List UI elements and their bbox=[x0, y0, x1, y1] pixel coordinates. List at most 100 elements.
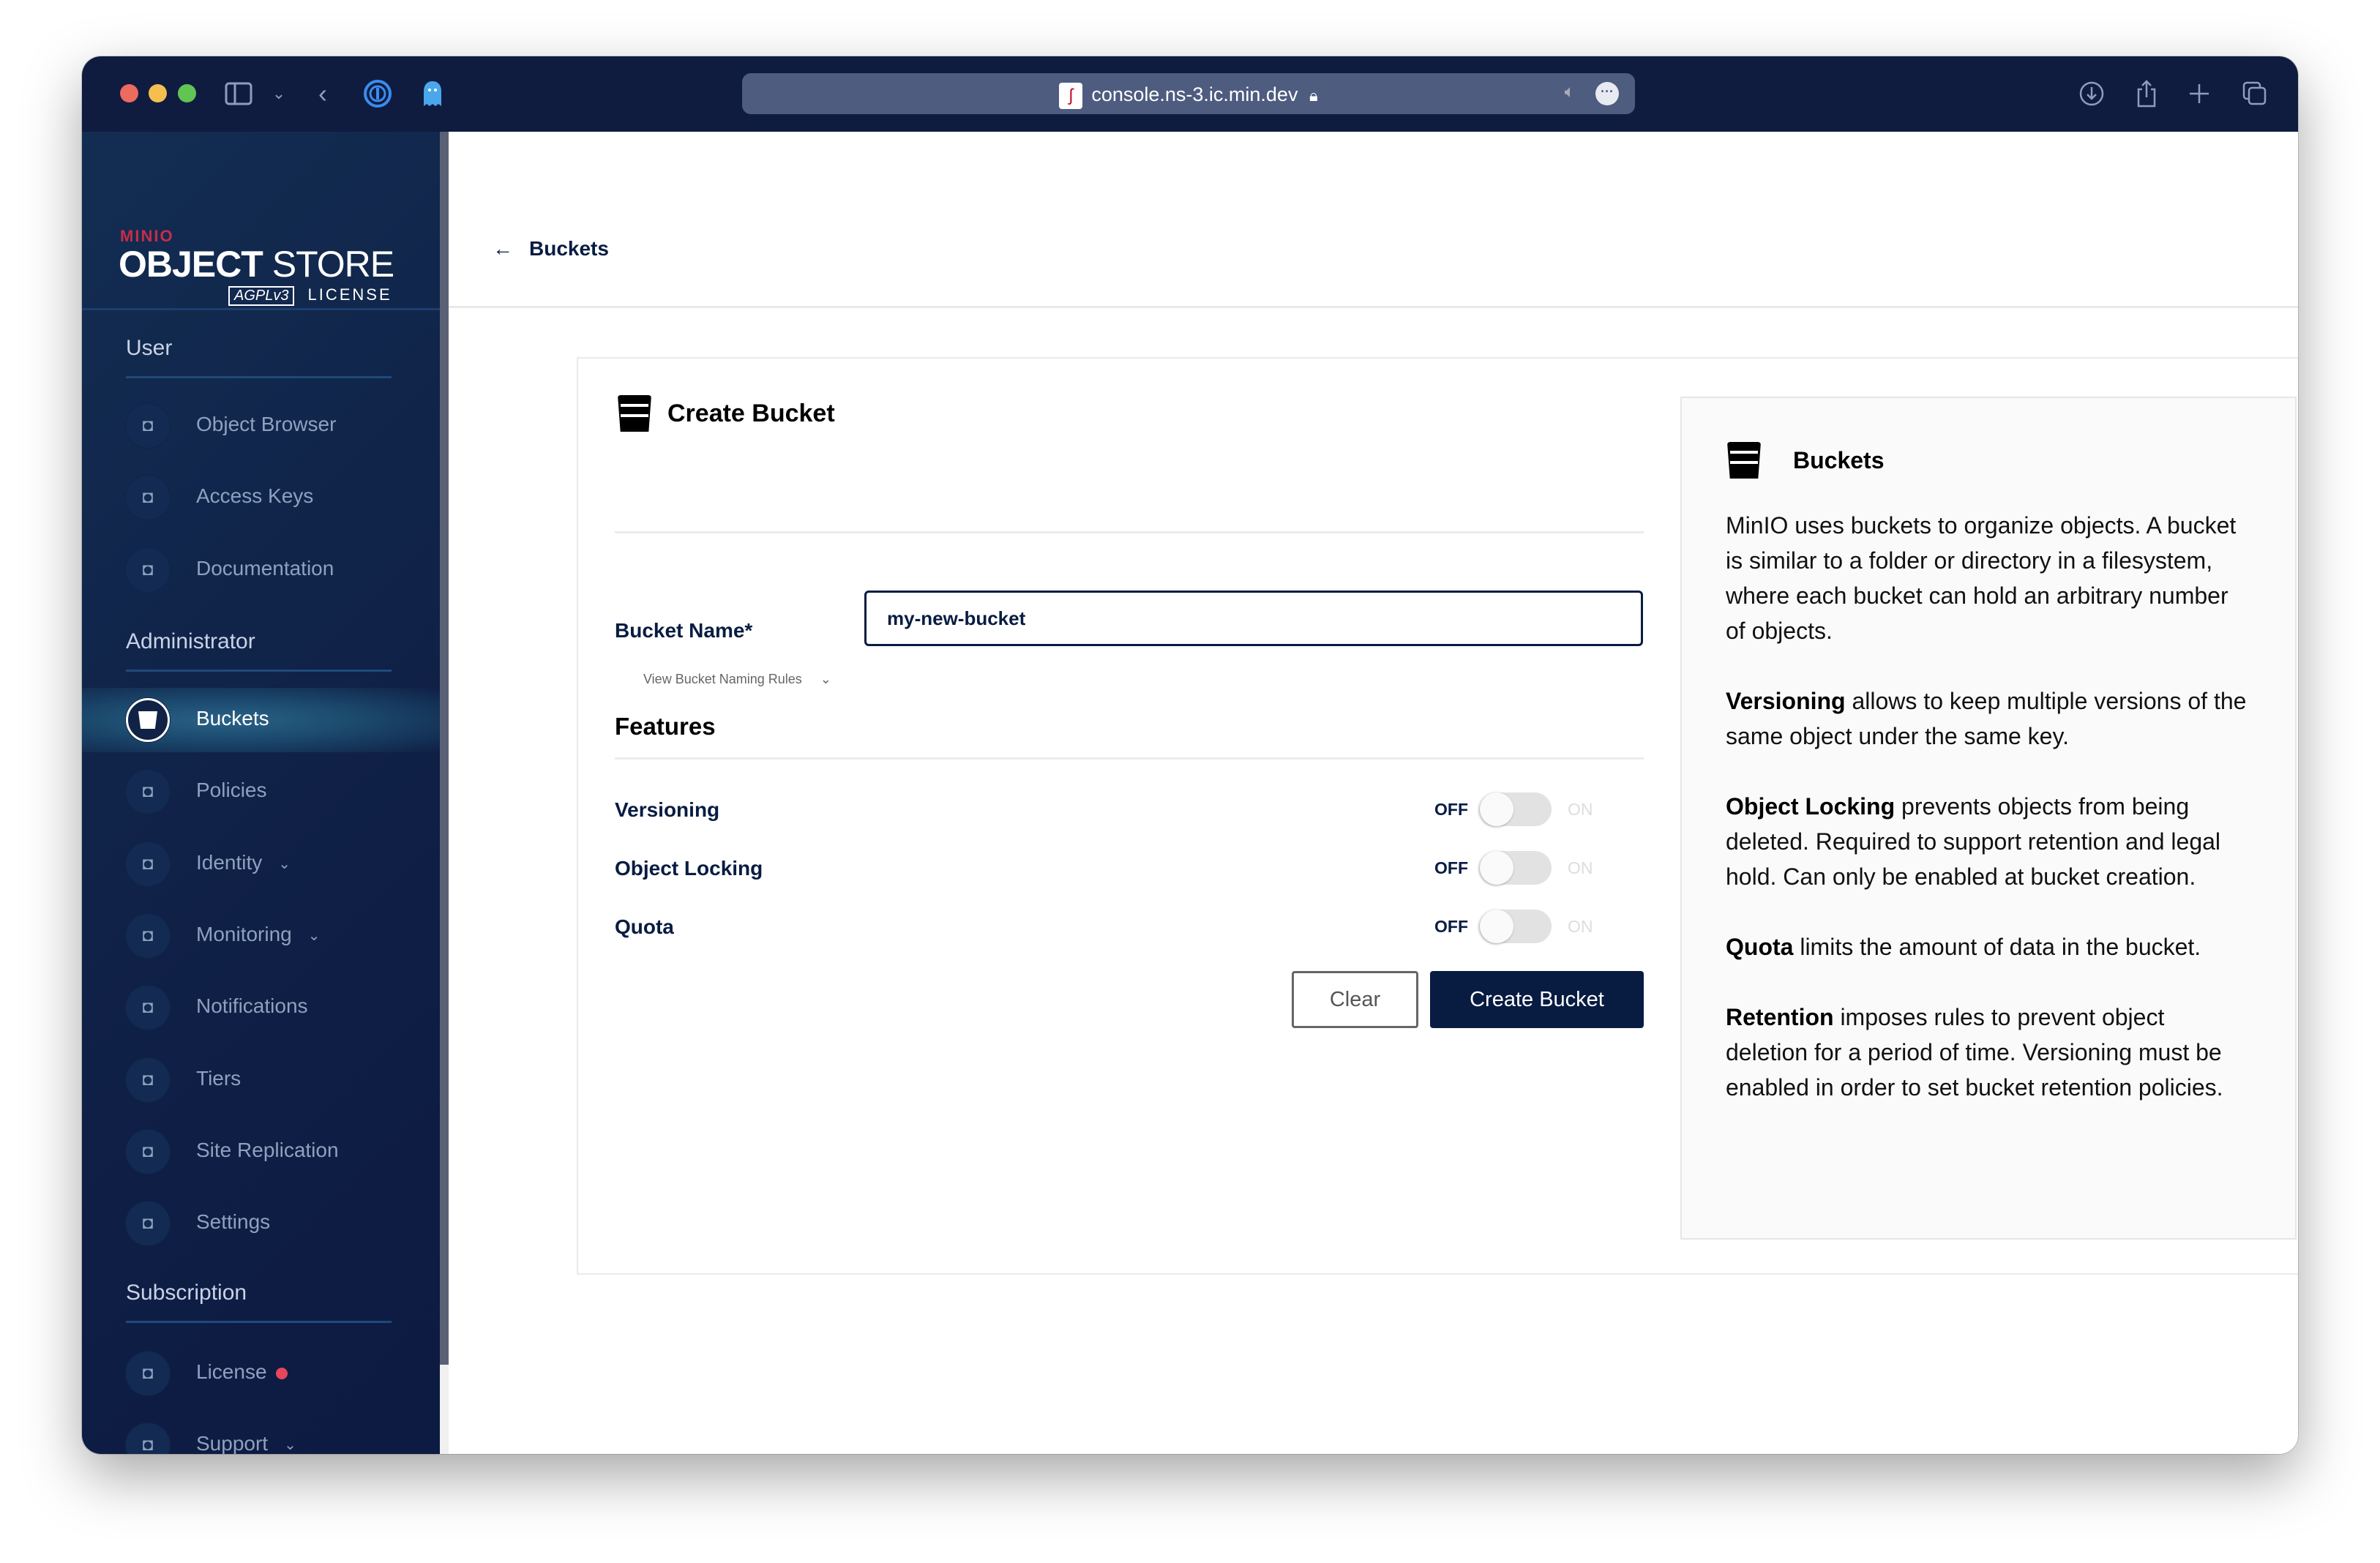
url-display: ʃ console.ns-3.ic.min.dev 🔒︎ bbox=[742, 83, 1635, 109]
toggle-on-label: ON bbox=[1568, 916, 1593, 936]
toggle-track[interactable] bbox=[1480, 910, 1552, 943]
tabs-overview-icon[interactable] bbox=[2238, 77, 2272, 110]
sidebar-item-notifications[interactable]: ◘ Notifications bbox=[82, 975, 440, 1040]
quota-toggle[interactable]: OFF ON bbox=[1434, 910, 1593, 943]
close-window-button[interactable] bbox=[120, 84, 138, 102]
tiers-icon: ◘ bbox=[126, 1057, 170, 1102]
toggle-track[interactable] bbox=[1480, 851, 1552, 885]
url-text: console.ns-3.ic.min.dev bbox=[1091, 83, 1298, 106]
minimize-window-button[interactable] bbox=[149, 84, 167, 102]
versioning-toggle[interactable]: OFF ON bbox=[1434, 792, 1593, 826]
onepassword-icon[interactable] bbox=[361, 77, 394, 110]
help-entry: Object Locking prevents objects from bei… bbox=[1726, 789, 2253, 894]
sidebar-item-license[interactable]: ◘ License bbox=[82, 1341, 440, 1406]
divider bbox=[126, 1321, 392, 1323]
sidebar-item-label: Settings bbox=[196, 1210, 270, 1234]
help-description: limits the amount of data in the bucket. bbox=[1793, 934, 2201, 960]
more-icon[interactable]: ··· bbox=[1595, 82, 1619, 105]
help-term: Versioning bbox=[1726, 688, 1846, 714]
chevron-down-icon[interactable]: ⌄ bbox=[262, 77, 296, 110]
divider bbox=[126, 376, 392, 378]
back-icon[interactable]: ‹ bbox=[306, 77, 340, 110]
divider bbox=[615, 757, 1644, 760]
settings-icon: ◘ bbox=[126, 1202, 170, 1246]
help-term: Object Locking bbox=[1726, 793, 1896, 820]
toggle-off-label: OFF bbox=[1434, 799, 1468, 819]
divider bbox=[615, 531, 1644, 533]
address-bar[interactable]: ʃ console.ns-3.ic.min.dev 🔒︎ 🔈︎ ··· bbox=[742, 73, 1635, 114]
label-text: License bbox=[196, 1360, 267, 1383]
bucket-name-input[interactable]: my-new-bucket bbox=[864, 591, 1643, 646]
sidebar-item-object-browser[interactable]: ◘ Object Browser bbox=[82, 394, 440, 458]
toggle-knob[interactable] bbox=[1480, 792, 1513, 826]
new-tab-icon[interactable] bbox=[2182, 77, 2216, 110]
clear-button[interactable]: Clear bbox=[1292, 971, 1418, 1028]
sidebar-section-administrator: Administrator bbox=[126, 629, 255, 653]
sidebar-scrollbar[interactable] bbox=[440, 132, 449, 1454]
label-text: Object Browser bbox=[196, 413, 337, 435]
label-text: Notifications bbox=[196, 994, 308, 1018]
label-text: Support bbox=[196, 1432, 269, 1454]
support-icon: ◘ bbox=[126, 1423, 170, 1454]
back-label: Buckets bbox=[529, 237, 609, 260]
label-text: Monitoring bbox=[196, 922, 292, 945]
sidebar-item-site-replication[interactable]: ◘ Site Replication bbox=[82, 1120, 440, 1184]
ghostery-icon[interactable] bbox=[416, 77, 449, 110]
sidebar-section-user: User bbox=[126, 336, 173, 360]
sidebar-item-access-keys[interactable]: ◘ Access Keys bbox=[82, 465, 440, 530]
sidebar-item-label: Support ⌄ bbox=[196, 1432, 296, 1454]
help-title: Buckets bbox=[1727, 442, 1885, 479]
help-term: Retention bbox=[1726, 1004, 1834, 1030]
sidebar-item-label: Object Browser bbox=[196, 413, 336, 436]
view-naming-rules-toggle[interactable]: View Bucket Naming Rules ⌄ bbox=[643, 672, 831, 687]
versioning-label: Versioning bbox=[615, 798, 720, 821]
chevron-down-icon[interactable]: ⌄ bbox=[284, 1436, 296, 1454]
sidebar-toggle-icon[interactable] bbox=[222, 77, 255, 110]
chevron-down-icon[interactable]: ⌄ bbox=[308, 926, 321, 945]
sidebar-item-buckets[interactable]: Buckets bbox=[82, 688, 440, 752]
chevron-down-icon[interactable]: ⌄ bbox=[278, 855, 291, 873]
create-bucket-card: Create Bucket Bucket Name* my-new-bucket… bbox=[577, 357, 2298, 1275]
sidebar: MINIO OBJECT STORE AGPLv3 LICENSE User ◘ … bbox=[82, 132, 440, 1454]
create-bucket-button[interactable]: Create Bucket bbox=[1430, 971, 1644, 1028]
toggle-track[interactable] bbox=[1480, 792, 1552, 826]
toggle-knob[interactable] bbox=[1480, 910, 1513, 943]
sidebar-item-label: Buckets bbox=[196, 707, 269, 730]
sidebar-item-tiers[interactable]: ◘ Tiers bbox=[82, 1048, 440, 1112]
toggle-off-label: OFF bbox=[1434, 916, 1468, 936]
speaker-icon[interactable]: 🔈︎ bbox=[1565, 82, 1575, 102]
share-icon[interactable] bbox=[2130, 77, 2163, 110]
sidebar-item-label: License bbox=[196, 1360, 288, 1384]
bucket-icon bbox=[618, 395, 651, 432]
sidebar-item-monitoring[interactable]: ◘ Monitoring ⌄ bbox=[82, 904, 440, 968]
bucket-icon bbox=[1727, 442, 1761, 479]
sidebar-section-subscription: Subscription bbox=[126, 1281, 247, 1305]
back-to-buckets-link[interactable]: ← Buckets bbox=[493, 237, 625, 260]
object-locking-toggle[interactable]: OFF ON bbox=[1434, 851, 1593, 885]
bucket-name-label: Bucket Name* bbox=[615, 619, 753, 642]
label-text: Documentation bbox=[196, 556, 334, 580]
sidebar-item-documentation[interactable]: ◘ Documentation bbox=[82, 538, 440, 602]
access-keys-icon: ◘ bbox=[126, 476, 170, 520]
help-panel: Buckets MinIO uses buckets to organize o… bbox=[1680, 397, 2297, 1240]
help-text: MinIO uses buckets to organize objects. … bbox=[1726, 508, 2253, 1140]
download-icon[interactable] bbox=[2075, 77, 2108, 110]
toggle-knob[interactable] bbox=[1480, 851, 1513, 885]
scrollbar-thumb[interactable] bbox=[440, 1365, 449, 1454]
agpl-badge: AGPLv3 bbox=[228, 286, 295, 306]
bucket-icon bbox=[126, 698, 170, 742]
object-browser-icon: ◘ bbox=[126, 404, 170, 448]
sidebar-item-identity[interactable]: ◘ Identity ⌄ bbox=[82, 832, 440, 896]
label-text: Tiers bbox=[196, 1066, 242, 1090]
sidebar-item-label: Site Replication bbox=[196, 1139, 339, 1162]
help-entry: Retention imposes rules to prevent objec… bbox=[1726, 1000, 2253, 1105]
alert-dot bbox=[275, 1367, 288, 1379]
logo-product: OBJECT STORE bbox=[119, 243, 394, 285]
sidebar-item-policies[interactable]: ◘ Policies bbox=[82, 760, 440, 824]
favicon-icon: ʃ bbox=[1059, 83, 1083, 109]
sidebar-item-settings[interactable]: ◘ Settings bbox=[82, 1191, 440, 1256]
zoom-window-button[interactable] bbox=[178, 84, 196, 102]
sidebar-item-support[interactable]: ◘ Support ⌄ bbox=[82, 1413, 440, 1454]
help-entry: Versioning allows to keep multiple versi… bbox=[1726, 683, 2253, 754]
sidebar-item-label: Monitoring ⌄ bbox=[196, 923, 321, 946]
